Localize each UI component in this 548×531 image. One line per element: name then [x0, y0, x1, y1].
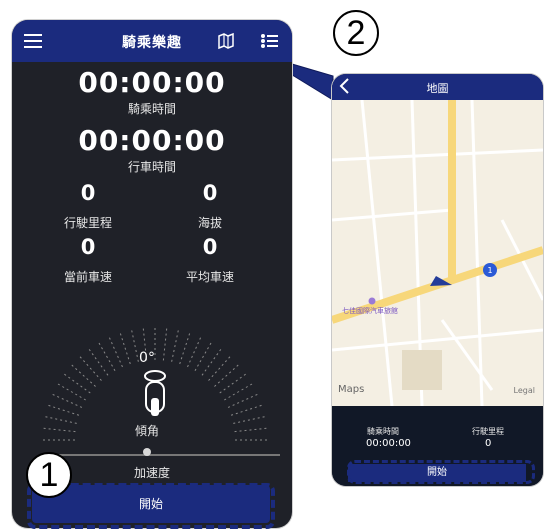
current-speed-value: 0	[80, 235, 96, 259]
average-speed-label: 平均車速	[185, 270, 234, 284]
gauge-tick	[52, 393, 83, 408]
map-top-bar: 地圖	[332, 74, 543, 100]
gauge-tick	[214, 364, 239, 387]
lean-angle-label: 傾角	[134, 424, 159, 438]
map-start-button-highlight	[347, 460, 535, 484]
gauge-tick	[179, 333, 191, 365]
drive-time-value: 00:00:00	[78, 124, 226, 157]
current-speed-label: 當前車速	[63, 270, 112, 284]
gauge-tick	[108, 337, 123, 368]
gauge-tick	[43, 427, 76, 433]
route-shield-label: 1	[487, 266, 492, 275]
gauge-tick	[230, 404, 262, 416]
gauge-tick	[234, 427, 267, 433]
list-icon[interactable]	[260, 31, 280, 51]
gauge-tick	[187, 337, 202, 368]
map-title: 地圖	[426, 82, 449, 95]
gauge-tick	[171, 330, 179, 362]
maps-attribution: Maps	[338, 384, 365, 395]
gauge-tick	[79, 356, 102, 381]
distance-value: 0	[80, 181, 96, 205]
map-view[interactable]: 1 七佳國際汽車旅館	[332, 100, 543, 406]
ride-time-label: 騎乘時間	[127, 102, 176, 116]
map-icon[interactable]	[217, 32, 235, 50]
gauge-tick	[48, 404, 80, 416]
distance-label: 行駛里程	[63, 216, 112, 230]
callout-1-text: 1	[39, 456, 59, 494]
callout-2-text: 2	[346, 14, 366, 52]
page-title: 騎乘樂趣	[122, 35, 182, 51]
callout-1: 1	[26, 452, 72, 498]
poi-label: 七佳國際汽車旅館	[342, 306, 398, 315]
gauge-tick	[71, 364, 96, 387]
altitude-value: 0	[202, 181, 218, 205]
map-distance-value: 0	[485, 438, 492, 449]
acceleration-indicator	[143, 448, 151, 456]
phone-map-screen: 地圖 1 七佳國際汽車旅館 Maps Legal 騎乘時間 00:00:00 行…	[332, 74, 543, 486]
gauge-tick	[45, 416, 77, 424]
acceleration-label: 加速度	[133, 466, 170, 480]
maps-legal[interactable]: Legal	[514, 386, 535, 395]
gauge-tick	[233, 416, 265, 424]
scooter-icon	[144, 370, 166, 416]
gauge-tick	[208, 356, 231, 381]
drive-time-label: 行車時間	[127, 160, 176, 174]
callout-2: 2	[333, 10, 379, 56]
lean-angle-value: 0°	[139, 350, 155, 366]
average-speed-value: 0	[202, 235, 218, 259]
lean-angle-gauge	[43, 328, 267, 441]
map-distance-label: 行駛里程	[472, 427, 504, 436]
ride-time-value: 00:00:00	[78, 66, 226, 99]
top-app-bar: 騎乘樂趣	[12, 20, 292, 62]
acceleration-track	[48, 454, 280, 456]
gauge-tick	[227, 393, 258, 408]
altitude-label: 海拔	[197, 216, 222, 230]
map-ride-time-value: 00:00:00	[366, 438, 411, 449]
map-ride-time-label: 騎乘時間	[367, 427, 399, 436]
